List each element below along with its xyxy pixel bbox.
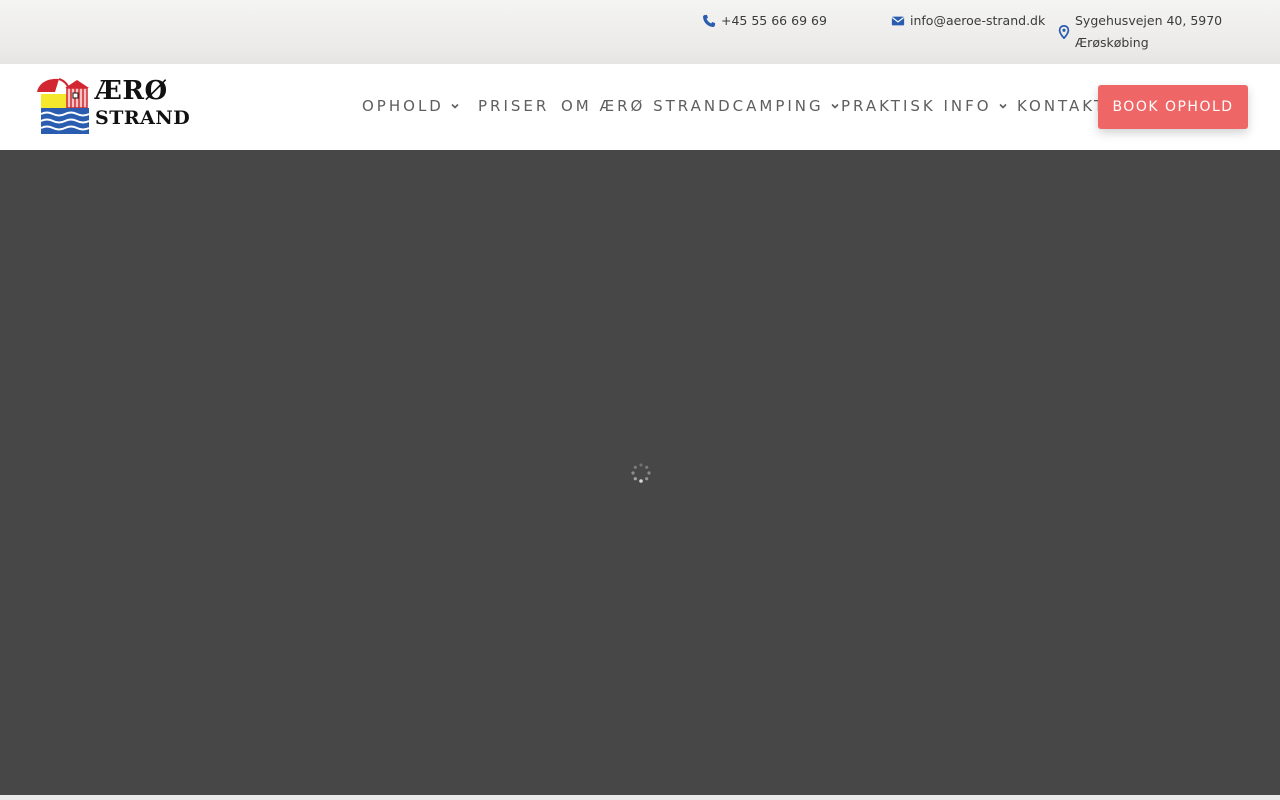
- nav-item-om-aero-strandcamping[interactable]: OM ÆRØ STRANDCAMPING: [561, 97, 840, 115]
- address-line-1: Sygehusvejen 40, 5970: [1075, 13, 1223, 28]
- nav-item-kontakt[interactable]: KONTAKT: [1017, 97, 1106, 115]
- nav-label: KONTAKT: [1017, 97, 1107, 115]
- address-contact: Sygehusvejen 40, 5970 Ærøskøbing: [1057, 10, 1257, 54]
- nav-item-praktisk-info[interactable]: PRAKTISK INFO: [841, 97, 1008, 115]
- site-header: ÆRØ STRAND OPHOLD PRISER OM ÆRØ STRANDCA…: [0, 64, 1280, 150]
- nav-item-priser[interactable]: PRISER: [478, 97, 549, 115]
- chevron-down-icon: [831, 103, 839, 109]
- map-pin-icon: [1058, 25, 1070, 39]
- hero-section: [0, 150, 1280, 795]
- nav-item-ophold[interactable]: OPHOLD: [362, 97, 460, 115]
- nav-label: OM ÆRØ STRANDCAMPING: [561, 97, 824, 115]
- bottom-strip: [0, 795, 1280, 800]
- envelope-icon: [891, 16, 905, 26]
- site-logo[interactable]: ÆRØ STRAND: [35, 76, 190, 136]
- logo-text-strand: STRAND: [95, 107, 191, 129]
- loading-spinner-icon: [631, 463, 651, 483]
- chevron-down-icon: [999, 103, 1007, 109]
- email-contact[interactable]: info@aeroe-strand.dk: [891, 10, 1045, 32]
- email-address[interactable]: info@aeroe-strand.dk: [910, 10, 1045, 32]
- beach-hut-logo-icon: [37, 78, 90, 134]
- phone-contact[interactable]: +45 55 66 69 69: [702, 10, 827, 32]
- phone-number[interactable]: +45 55 66 69 69: [721, 10, 827, 32]
- nav-label: OPHOLD: [362, 97, 444, 115]
- top-contact-bar: +45 55 66 69 69 info@aeroe-strand.dk Syg…: [0, 0, 1280, 64]
- chevron-down-icon: [451, 103, 459, 109]
- nav-label: PRISER: [478, 97, 550, 115]
- book-ophold-button[interactable]: BOOK OPHOLD: [1098, 85, 1248, 129]
- phone-icon: [703, 14, 716, 27]
- nav-label: PRAKTISK INFO: [841, 97, 992, 115]
- address-line-2: Ærøskøbing: [1075, 35, 1149, 50]
- logo-text-aero: ÆRØ: [95, 76, 168, 106]
